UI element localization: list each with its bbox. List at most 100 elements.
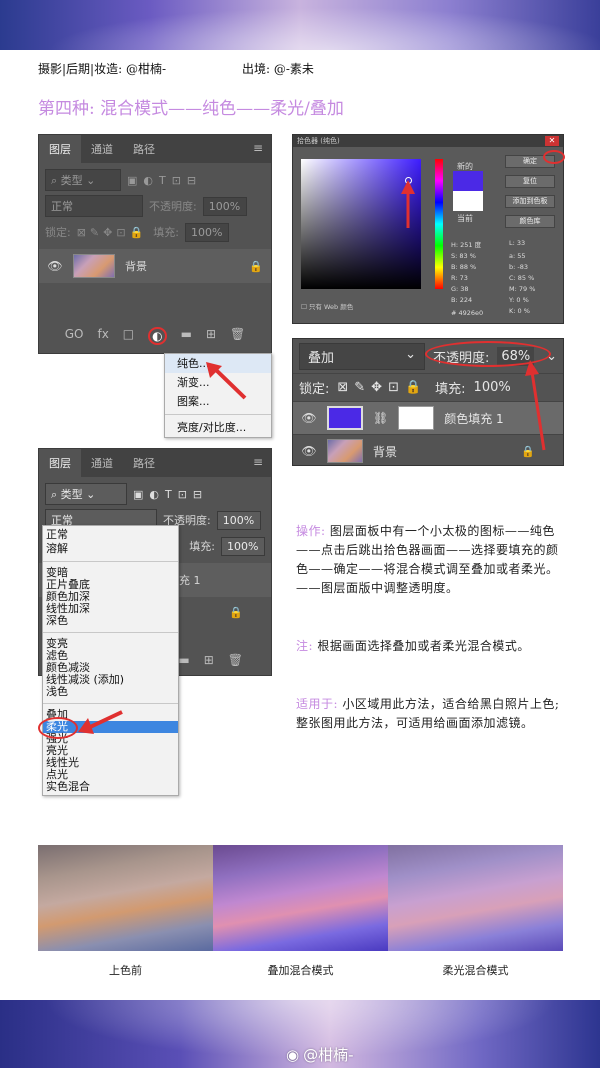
- fx-icon[interactable]: fx: [97, 327, 108, 345]
- color-picker-title: 拾色器 (纯色): [297, 137, 340, 145]
- fill-label: 填充:: [435, 382, 466, 397]
- value-b-lab[interactable]: b: -83: [509, 263, 561, 271]
- blend-mode-dropdown: 正常 溶解 变暗 正片叠底 颜色加深 线性加深 深色 变亮 滤色 颜色减淡 线性…: [42, 525, 179, 796]
- caption-before: 上色前: [109, 964, 142, 977]
- operation-body: 图层面板中有一个小太极的图标——纯色——点击后跳出拾色器画面——选择要填充的颜色…: [296, 524, 559, 595]
- blend-normal[interactable]: 正常: [43, 528, 178, 542]
- menu-separator: [165, 414, 271, 415]
- value-r[interactable]: R: 73: [451, 274, 503, 282]
- group-icon[interactable]: ▬: [178, 653, 189, 667]
- layer-name: 颜色填充 1: [444, 411, 504, 426]
- blend-mode-select[interactable]: 叠加 ⌄: [299, 342, 425, 370]
- link-icon[interactable]: GO: [65, 327, 84, 345]
- value-y[interactable]: Y: 0 %: [509, 296, 561, 304]
- opacity-input[interactable]: 100%: [202, 196, 247, 216]
- visibility-eye-icon[interactable]: 👁: [301, 444, 317, 458]
- filter-icons[interactable]: ▣◐T⊡⊟: [127, 174, 202, 187]
- tab-channels[interactable]: 通道: [81, 449, 123, 477]
- tab-layers[interactable]: 图层: [39, 135, 81, 163]
- opacity-label: 不透明度:: [149, 200, 197, 213]
- lock-icons[interactable]: ⊠✎✥⊡🔒: [77, 226, 148, 239]
- panel-menu-icon[interactable]: ≡: [253, 455, 263, 469]
- usage-text: 适用于: 小区域用此方法，适合给黑白照片上色; 整张图用此方法，可适用给画面添加…: [296, 695, 564, 733]
- blend-dissolve[interactable]: 溶解: [43, 542, 178, 556]
- opacity-input[interactable]: 100%: [216, 510, 261, 530]
- color-library-button[interactable]: 颜色库: [505, 215, 555, 228]
- operation-label: 操作:: [296, 524, 326, 538]
- lock-icons[interactable]: ⊠✎✥⊡🔒: [337, 380, 427, 395]
- visibility-eye-icon[interactable]: 👁: [301, 411, 317, 425]
- menu-item-brightness-contrast[interactable]: 亮度/对比度...: [165, 418, 271, 437]
- mask-icon[interactable]: □: [123, 327, 134, 345]
- usage-label: 适用于:: [296, 697, 339, 711]
- current-color-label: 当前: [457, 214, 473, 223]
- blend-mode-select[interactable]: 正常: [45, 195, 143, 217]
- layer-background[interactable]: 👁 背景 🔒: [39, 249, 271, 283]
- blend-darker-color[interactable]: 深色: [43, 615, 178, 627]
- note-label: 注:: [296, 639, 314, 653]
- caption-overlay: 叠加混合模式: [267, 964, 334, 977]
- adjustment-layer-icon[interactable]: ◐: [148, 327, 167, 345]
- panel-bottom-toolbar: GO fx □ ◐ ▬ ⊞ 🗑: [39, 327, 271, 345]
- fill-thumbnail: [327, 406, 363, 430]
- top-banner: [0, 0, 600, 50]
- lock-icon: 🔒: [229, 605, 243, 619]
- layer-thumbnail: [73, 254, 115, 278]
- hue-slider[interactable]: [435, 159, 443, 289]
- new-layer-icon[interactable]: ⊞: [206, 327, 216, 345]
- value-m[interactable]: M: 79 %: [509, 285, 561, 293]
- value-b-rgb[interactable]: B: 224: [451, 296, 503, 304]
- filter-icons[interactable]: ▣◐T⊡⊟: [133, 488, 208, 501]
- lock-label: 锁定:: [45, 226, 71, 239]
- lock-icon: 🔒: [249, 259, 263, 273]
- blend-hard-mix[interactable]: 实色混合: [43, 781, 178, 793]
- value-g[interactable]: G: 38: [451, 285, 503, 293]
- close-icon[interactable]: ✕: [545, 136, 559, 146]
- value-s[interactable]: S: 83 %: [451, 252, 503, 260]
- kind-filter[interactable]: ⌕ 类型 ⌄: [45, 483, 127, 505]
- fill-input[interactable]: 100%: [185, 222, 230, 242]
- operation-text: 操作: 图层面板中有一个小太极的图标——纯色——点击后跳出拾色器画面——选择要填…: [296, 522, 564, 598]
- watermark: ◉ @柑楠-: [286, 1044, 354, 1065]
- value-c[interactable]: C: 85 %: [509, 274, 561, 282]
- group-icon[interactable]: ▬: [181, 327, 192, 345]
- watermark-text: @柑楠-: [303, 1046, 354, 1064]
- web-only-checkbox[interactable]: ☐ 只有 Web 颜色: [301, 301, 353, 311]
- value-l[interactable]: L: 33: [509, 239, 561, 249]
- blend-lighter-color[interactable]: 浅色: [43, 686, 178, 698]
- add-swatch-button[interactable]: 添加到色板: [505, 195, 555, 208]
- value-h[interactable]: H: 251 度: [451, 239, 503, 249]
- value-k[interactable]: K: 0 %: [509, 307, 561, 315]
- caption-soft-light: 柔光混合模式: [442, 964, 509, 977]
- panel-menu-icon[interactable]: ≡: [253, 141, 263, 155]
- trash-icon[interactable]: 🗑: [230, 327, 245, 345]
- kind-filter[interactable]: ⌕ 类型 ⌄: [45, 169, 121, 191]
- fill-label: 填充:: [189, 540, 215, 553]
- reset-button[interactable]: 复位: [505, 175, 555, 188]
- value-a[interactable]: a: 55: [509, 252, 561, 260]
- red-arrow-icon: [206, 362, 247, 400]
- credit-left: 摄影|后期|妆造: @柑楠-: [38, 62, 166, 76]
- fill-value[interactable]: 100%: [474, 380, 511, 395]
- red-arrow-icon: [401, 180, 415, 228]
- layer-name-partial: 充 1: [179, 574, 201, 587]
- ok-highlight-ring: [543, 150, 565, 164]
- note-text: 注: 根据画面选择叠加或者柔光混合模式。: [296, 637, 564, 656]
- tab-layers[interactable]: 图层: [39, 449, 81, 477]
- tab-channels[interactable]: 通道: [81, 135, 123, 163]
- red-arrow-icon: [525, 360, 546, 451]
- trash-icon[interactable]: 🗑: [228, 653, 243, 667]
- tab-paths[interactable]: 路径: [123, 135, 165, 163]
- hex-input[interactable]: # 4926e0: [451, 309, 483, 317]
- new-layer-icon[interactable]: ⊞: [204, 653, 214, 667]
- layer-name: 背景: [373, 444, 398, 459]
- weibo-logo-icon: ◉: [286, 1045, 300, 1064]
- mask-thumbnail: [398, 406, 435, 430]
- new-color-swatch: [453, 171, 483, 191]
- value-b-brightness[interactable]: B: 88 %: [451, 263, 503, 271]
- photo-overlay: [213, 845, 388, 951]
- current-color-swatch: [453, 191, 483, 211]
- visibility-eye-icon[interactable]: 👁: [47, 259, 63, 273]
- tab-paths[interactable]: 路径: [123, 449, 165, 477]
- fill-input[interactable]: 100%: [221, 536, 265, 556]
